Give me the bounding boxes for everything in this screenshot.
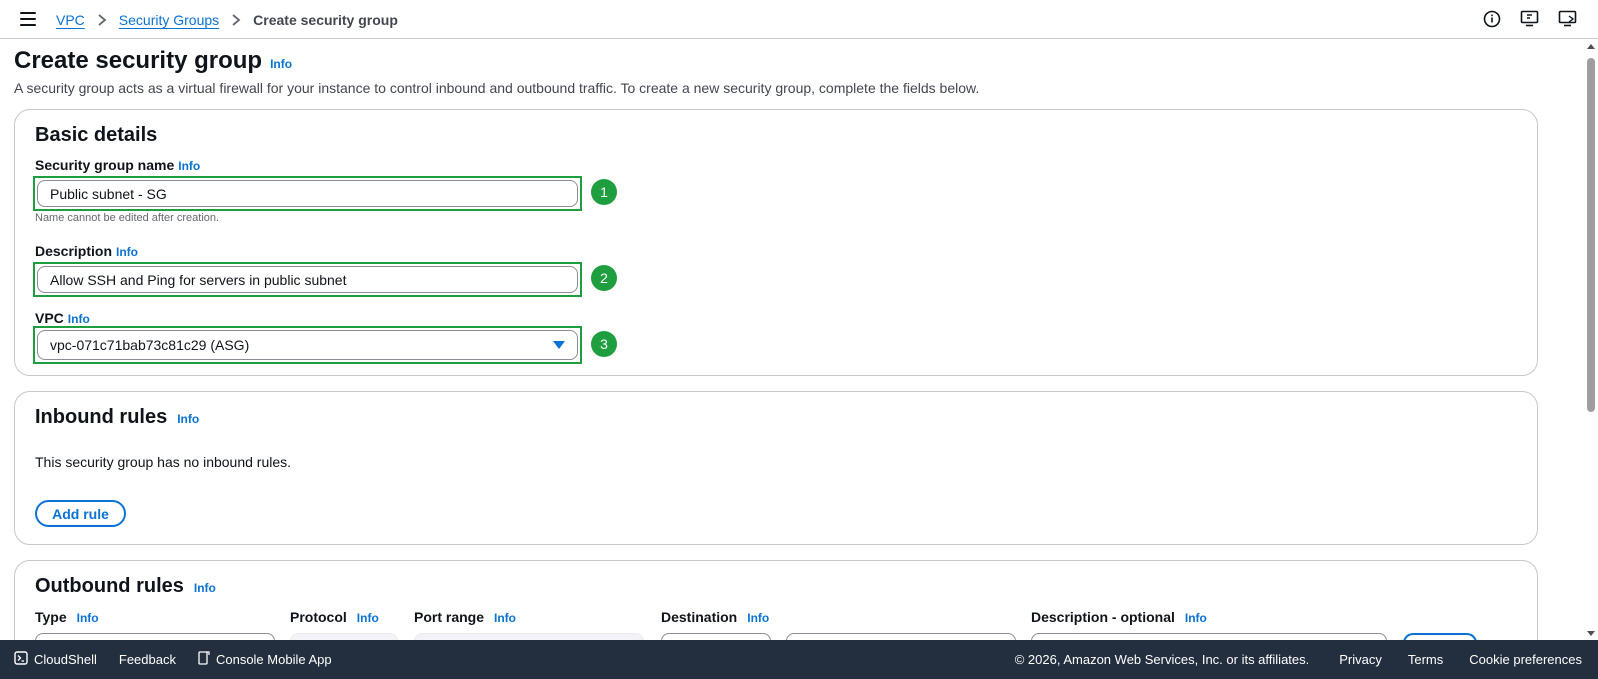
terms-link[interactable]: Terms xyxy=(1408,652,1443,667)
description-label-text: Description xyxy=(35,243,113,259)
column-protocol-info-link[interactable]: Info xyxy=(357,611,379,625)
page-info-link[interactable]: Info xyxy=(270,57,292,71)
step-badge-3: 3 xyxy=(591,331,617,357)
security-group-name-input[interactable]: Public subnet - SG xyxy=(37,180,578,207)
cookie-preferences-link[interactable]: Cookie preferences xyxy=(1469,652,1582,667)
vpc-info-link[interactable]: Info xyxy=(68,312,90,326)
column-port-range-label: Port range xyxy=(414,609,485,625)
feedback-link[interactable]: Feedback xyxy=(119,652,176,667)
outbound-port-range-field xyxy=(414,633,644,640)
scroll-down-arrow-icon[interactable] xyxy=(1587,631,1595,636)
security-group-name-highlight: Public subnet - SG xyxy=(33,176,582,211)
console-footer: CloudShell Feedback Console Mobile App ©… xyxy=(0,640,1598,679)
feedback-label: Feedback xyxy=(118,652,176,667)
description-input[interactable]: Allow SSH and Ping for servers in public… xyxy=(37,266,578,293)
vpc-label: VPC Info xyxy=(35,310,90,326)
inbound-rules-heading: Inbound rules xyxy=(35,406,168,428)
description-highlight: Allow SSH and Ping for servers in public… xyxy=(33,262,582,297)
menu-icon[interactable] xyxy=(20,12,36,26)
column-header-description: Description - optional Info xyxy=(1031,609,1207,625)
outbound-destination-input[interactable] xyxy=(786,633,1016,640)
chevron-right-icon xyxy=(231,14,241,26)
page-description: A security group acts as a virtual firew… xyxy=(14,80,980,96)
scrollbar-thumb[interactable] xyxy=(1587,58,1595,412)
top-navigation-bar: VPC Security Groups Create security grou… xyxy=(0,0,1598,39)
outbound-protocol-field xyxy=(290,633,398,640)
vpc-selected-value: vpc-071c71bab73c81c29 (ASG) xyxy=(50,337,250,353)
inbound-empty-message: This security group has no inbound rules… xyxy=(35,454,292,470)
copyright-text: © 2026, Amazon Web Services, Inc. or its… xyxy=(1014,652,1310,667)
column-description-info-link[interactable]: Info xyxy=(1185,611,1207,625)
vpc-select[interactable]: vpc-071c71bab73c81c29 (ASG) xyxy=(37,330,578,360)
description-label: Description Info xyxy=(35,243,138,259)
breadcrumb-vpc-link[interactable]: VPC xyxy=(56,12,85,28)
screen-share-icon[interactable] xyxy=(1558,9,1578,29)
page-scrollbar[interactable] xyxy=(1584,40,1598,640)
column-header-protocol: Protocol Info xyxy=(290,609,379,625)
mobile-app-icon xyxy=(198,651,210,668)
vpc-highlight: vpc-071c71bab73c81c29 (ASG) xyxy=(33,326,582,364)
console-mobile-app-link[interactable]: Console Mobile App xyxy=(198,651,332,668)
outbound-delete-button[interactable] xyxy=(1403,633,1477,640)
security-group-name-info-link[interactable]: Info xyxy=(178,159,200,173)
column-header-type: Type Info xyxy=(35,609,99,625)
description-value: Allow SSH and Ping for servers in public… xyxy=(50,271,347,288)
inbound-rules-title: Inbound rules Info xyxy=(35,406,199,429)
column-type-label: Type xyxy=(35,609,67,625)
column-header-port-range: Port range Info xyxy=(414,609,516,625)
privacy-link[interactable]: Privacy xyxy=(1339,652,1382,667)
outbound-destination-select[interactable] xyxy=(661,633,771,640)
security-group-name-label-text: Security group name xyxy=(35,157,175,173)
description-info-link[interactable]: Info xyxy=(116,245,138,259)
breadcrumb: VPC Security Groups Create security grou… xyxy=(56,10,398,30)
inbound-rules-info-link[interactable]: Info xyxy=(177,412,199,426)
column-port-range-info-link[interactable]: Info xyxy=(494,611,516,625)
cloudshell-label: CloudShell xyxy=(34,652,97,667)
header-tools xyxy=(1482,9,1578,29)
page-title: Create security group Info xyxy=(14,47,292,75)
outbound-description-input[interactable] xyxy=(1031,633,1387,640)
chevron-right-icon xyxy=(97,14,107,26)
column-destination-label: Destination xyxy=(661,609,738,625)
security-group-name-label: Security group name Info xyxy=(35,157,200,173)
basic-details-heading: Basic details xyxy=(35,124,158,146)
caret-down-icon xyxy=(553,341,565,349)
outbound-rules-heading: Outbound rules xyxy=(35,575,184,597)
column-protocol-label: Protocol xyxy=(290,609,347,625)
basic-details-title: Basic details xyxy=(35,124,157,147)
outbound-rules-card: Outbound rules Info Type Info Protocol I… xyxy=(14,560,1538,640)
outbound-rules-info-link[interactable]: Info xyxy=(194,581,216,595)
footer-right-group: © 2026, Amazon Web Services, Inc. or its… xyxy=(1015,640,1582,679)
basic-details-card: Basic details Security group name Info P… xyxy=(14,109,1538,376)
breadcrumb-current-page: Create security group xyxy=(253,12,398,28)
security-group-name-value: Public subnet - SG xyxy=(50,185,167,202)
outbound-rules-title: Outbound rules Info xyxy=(35,575,216,598)
page-title-text: Create security group xyxy=(14,47,263,74)
outbound-type-select[interactable] xyxy=(35,633,275,640)
info-circle-icon[interactable] xyxy=(1482,9,1502,29)
feedback-screen-icon[interactable] xyxy=(1520,9,1540,29)
column-destination-info-link[interactable]: Info xyxy=(747,611,769,625)
cloudshell-button[interactable]: CloudShell xyxy=(14,651,97,668)
inbound-rules-card: Inbound rules Info This security group h… xyxy=(14,391,1538,545)
add-rule-button[interactable]: Add rule xyxy=(35,500,126,527)
main-content: Create security group Info A security gr… xyxy=(14,40,1570,640)
step-badge-2: 2 xyxy=(591,265,617,291)
column-description-label: Description - optional xyxy=(1031,609,1175,625)
breadcrumb-security-groups-link[interactable]: Security Groups xyxy=(119,12,219,28)
column-type-info-link[interactable]: Info xyxy=(77,611,99,625)
terminal-icon xyxy=(14,651,28,668)
console-mobile-app-label: Console Mobile App xyxy=(215,652,332,667)
footer-left-group: CloudShell Feedback Console Mobile App xyxy=(14,640,332,679)
scroll-up-arrow-icon[interactable] xyxy=(1587,44,1595,49)
security-group-name-hint: Name cannot be edited after creation. xyxy=(35,212,220,224)
column-header-destination: Destination Info xyxy=(661,609,769,625)
step-badge-1: 1 xyxy=(591,179,617,205)
vpc-label-text: VPC xyxy=(35,310,64,326)
